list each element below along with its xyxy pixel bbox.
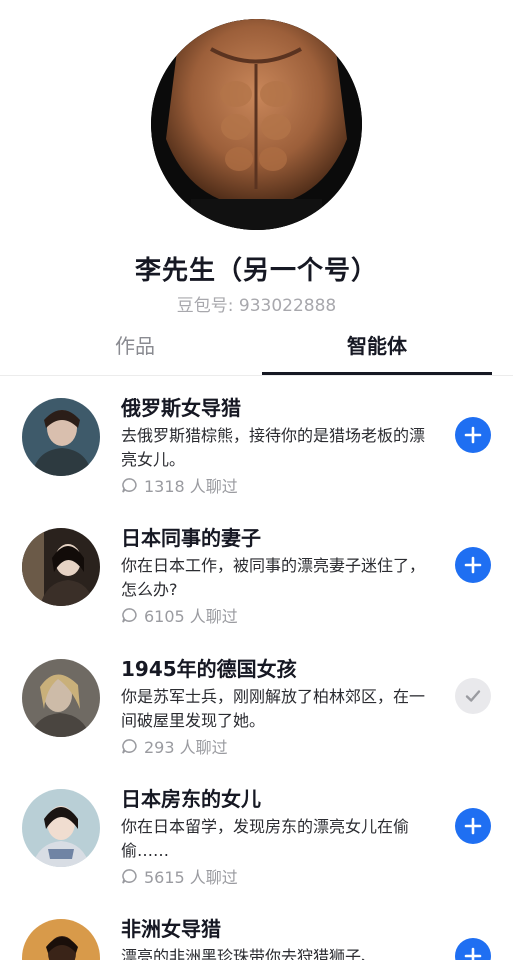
woman-portrait-photo: [22, 919, 100, 960]
add-agent-button[interactable]: [455, 938, 491, 960]
chat-count-text: 6105 人聊过: [144, 607, 238, 626]
agent-list-item[interactable]: 日本同事的妻子 你在日本工作，被同事的漂亮妻子迷住了，怎么办? 6105 人聊过: [0, 525, 513, 640]
check-icon: [465, 690, 481, 702]
agent-description: 你是苏军士兵，刚刚解放了柏林郊区，在一间破屋里发现了她。: [121, 687, 426, 730]
add-agent-button[interactable]: [455, 808, 491, 844]
added-agent-button[interactable]: [455, 678, 491, 714]
add-agent-button[interactable]: [455, 547, 491, 583]
woman-portrait-photo: [22, 789, 100, 867]
woman-portrait-photo: [22, 528, 100, 606]
agent-list-item[interactable]: 俄罗斯女导猎 去俄罗斯猎棕熊，接待你的是猎场老板的漂亮女儿。 1318 人聊过: [0, 395, 513, 510]
chat-bubble-icon: [122, 868, 137, 884]
agent-avatar[interactable]: [22, 919, 100, 960]
plus-icon: [464, 426, 482, 444]
chat-bubble-icon: [122, 738, 137, 754]
woman-portrait-photo: [22, 659, 100, 737]
agent-title: 非洲女导猎: [121, 917, 221, 941]
agent-description: 你在日本留学，发现房东的漂亮女儿在偷偷……: [121, 817, 410, 860]
plus-icon: [464, 817, 482, 835]
agent-title: 日本同事的妻子: [121, 526, 261, 550]
agent-avatar[interactable]: [22, 789, 100, 867]
profile-avatar[interactable]: [151, 19, 362, 230]
tab-works[interactable]: 作品: [20, 322, 250, 372]
chat-bubble-icon: [122, 607, 137, 623]
agent-list-item[interactable]: 日本房东的女儿 你在日本留学，发现房东的漂亮女儿在偷偷…… 5615 人聊过: [0, 786, 513, 901]
agent-description: 漂亮的非洲黑珍珠带你去狩猎狮子、: [121, 947, 378, 960]
tabs-divider: [0, 375, 513, 376]
chat-count-text: 1318 人聊过: [144, 477, 238, 496]
agent-avatar[interactable]: [22, 398, 100, 476]
agent-title: 俄罗斯女导猎: [121, 396, 241, 420]
chat-bubble-icon: [122, 477, 137, 493]
agent-title: 1945年的德国女孩: [121, 657, 297, 681]
agent-description: 你在日本工作，被同事的漂亮妻子迷住了，怎么办?: [121, 556, 426, 599]
agent-list-item[interactable]: 1945年的德国女孩 你是苏军士兵，刚刚解放了柏林郊区，在一间破屋里发现了她。 …: [0, 656, 513, 771]
profile-id: 豆包号: 933022888: [176, 296, 337, 316]
chat-count: 1318 人聊过: [121, 473, 238, 497]
chat-count: 293 人聊过: [121, 734, 228, 758]
plus-icon: [464, 947, 482, 960]
add-agent-button[interactable]: [455, 417, 491, 453]
chat-count-text: 5615 人聊过: [144, 868, 238, 887]
profile-tabs: 作品 智能体: [0, 322, 513, 376]
chat-count-text: 293 人聊过: [144, 738, 228, 757]
plus-icon: [464, 556, 482, 574]
woman-portrait-photo: [22, 398, 100, 476]
agent-description: 去俄罗斯猎棕熊，接待你的是猎场老板的漂亮女儿。: [121, 426, 426, 469]
torso-photo: [151, 19, 362, 230]
profile-name: 李先生（另一个号）: [134, 256, 378, 286]
agent-avatar[interactable]: [22, 659, 100, 737]
agent-title: 日本房东的女儿: [121, 787, 261, 811]
chat-count: 5615 人聊过: [121, 864, 238, 888]
chat-count: 6105 人聊过: [121, 603, 238, 627]
tab-agents[interactable]: 智能体: [262, 322, 492, 372]
agent-list-item[interactable]: 非洲女导猎 漂亮的非洲黑珍珠带你去狩猎狮子、: [0, 916, 513, 960]
agent-avatar[interactable]: [22, 528, 100, 606]
